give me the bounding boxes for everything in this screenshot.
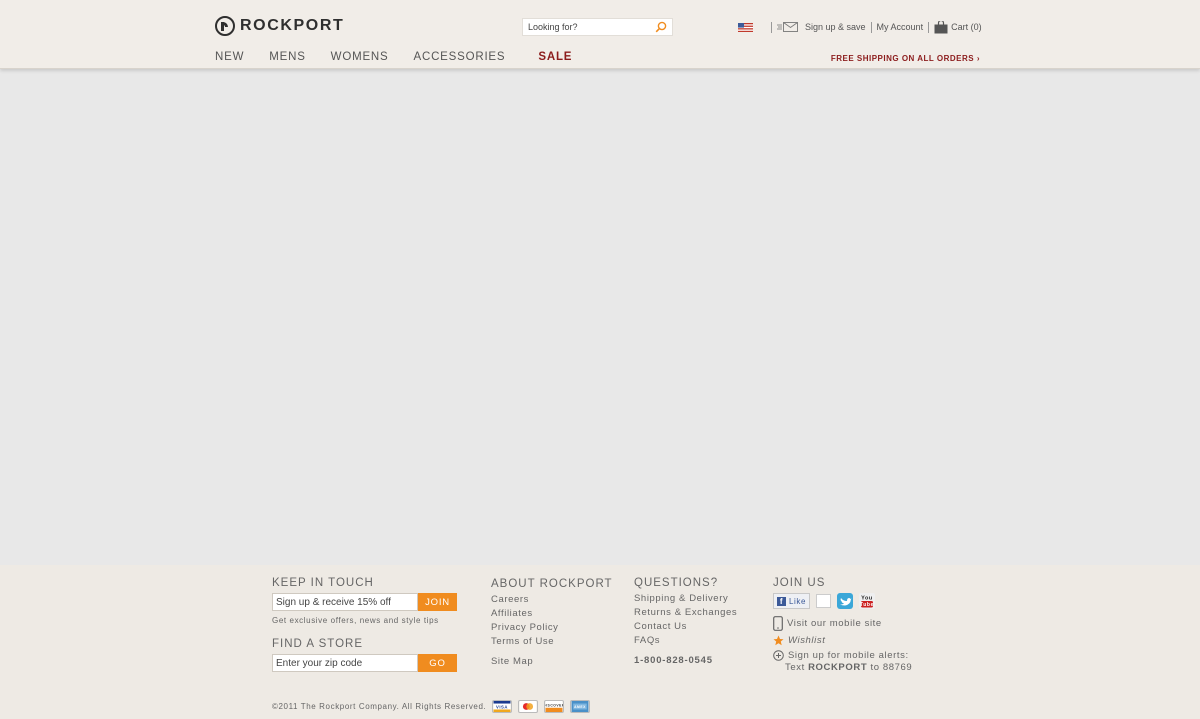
svg-text:DISCOVER: DISCOVER	[544, 704, 564, 708]
like-label: Like	[789, 596, 807, 606]
text-prefix: Text	[785, 662, 809, 673]
svg-text:Tube: Tube	[860, 602, 874, 608]
questions-section: QUESTIONS? Shipping & Delivery Returns &…	[634, 577, 737, 669]
mobile-site-label: Visit our mobile site	[787, 618, 882, 629]
text-to-join: Text ROCKPORT to 88769	[785, 662, 912, 673]
logo-icon	[215, 16, 235, 36]
find-store-heading: FIND A STORE	[272, 638, 364, 650]
svg-text:AMEX: AMEX	[574, 705, 586, 709]
twitter-icon[interactable]	[837, 593, 854, 609]
affiliates-link[interactable]: Affiliates	[491, 608, 613, 619]
join-us-section: JOIN US f Like You Tube Visit our mobile…	[773, 577, 912, 673]
brand-name: ROCKPORT	[240, 17, 345, 34]
divider	[870, 21, 872, 33]
main-nav: NEW MENS WOMENS ACCESSORIES SALE	[215, 51, 597, 63]
text-keyword: ROCKPORT	[808, 662, 868, 673]
visa-card-icon: VISA	[492, 700, 513, 713]
shopping-bag-icon[interactable]	[934, 20, 948, 34]
about-heading: ABOUT ROCKPORT	[491, 578, 613, 590]
site-header: ROCKPORT Sign up & save My Account	[0, 0, 1200, 69]
divider	[771, 21, 772, 33]
us-flag-icon[interactable]	[738, 22, 753, 32]
search-box	[522, 18, 673, 36]
go-button[interactable]: GO	[418, 654, 457, 672]
zip-code-input[interactable]	[272, 654, 418, 672]
like-count-box	[816, 594, 832, 608]
site-map-link[interactable]: Site Map	[491, 656, 613, 667]
terms-of-use-link[interactable]: Terms of Use	[491, 636, 613, 647]
questions-links: Shipping & Delivery Returns & Exchanges …	[634, 593, 737, 666]
shipping-delivery-link[interactable]: Shipping & Delivery	[634, 593, 737, 604]
nav-sale[interactable]: SALE	[538, 51, 572, 63]
newsletter-form: JOIN	[272, 593, 457, 611]
svg-text:You: You	[861, 596, 873, 602]
join-us-heading: JOIN US	[773, 577, 826, 589]
nav-new[interactable]: NEW	[215, 51, 244, 63]
mobile-alerts: Sign up for mobile alerts:	[773, 650, 912, 661]
store-locator-form: GO	[272, 654, 457, 672]
keep-in-touch-section: KEEP IN TOUCH JOIN Get exclusive offers,…	[272, 577, 457, 677]
svg-text:VISA: VISA	[496, 704, 508, 709]
free-shipping-link[interactable]: FREE SHIPPING ON ALL ORDERS ›	[831, 54, 980, 63]
faqs-link[interactable]: FAQs	[634, 635, 737, 646]
newsletter-note: Get exclusive offers, news and style tip…	[272, 616, 439, 625]
discover-card-icon: DISCOVER	[544, 700, 565, 713]
star-icon	[773, 635, 784, 646]
nav-womens[interactable]: WOMENS	[331, 51, 389, 63]
rockport-logo[interactable]: ROCKPORT	[215, 14, 344, 38]
privacy-policy-link[interactable]: Privacy Policy	[491, 622, 613, 633]
signup-link[interactable]: Sign up & save	[805, 22, 866, 32]
text-shortcode: to 88769	[867, 662, 913, 673]
nav-mens[interactable]: MENS	[269, 51, 305, 63]
about-links: Careers Affiliates Privacy Policy Terms …	[491, 594, 613, 667]
join-button[interactable]: JOIN	[418, 593, 457, 611]
plus-circle-icon[interactable]	[773, 650, 784, 661]
mobile-alerts-label: Sign up for mobile alerts:	[788, 650, 909, 661]
nav-accessories[interactable]: ACCESSORIES	[414, 51, 506, 63]
about-section: ABOUT ROCKPORT Careers Affiliates Privac…	[491, 578, 613, 670]
search-icon[interactable]	[655, 21, 667, 33]
my-account-link[interactable]: My Account	[877, 22, 924, 32]
divider	[928, 21, 930, 33]
questions-heading: QUESTIONS?	[634, 577, 719, 589]
mail-icon	[777, 22, 798, 32]
contact-us-link[interactable]: Contact Us	[634, 621, 737, 632]
facebook-icon: f	[777, 596, 786, 606]
mobile-phone-icon	[773, 616, 783, 631]
mastercard-icon	[518, 700, 539, 713]
keep-in-touch-heading: KEEP IN TOUCH	[272, 577, 374, 589]
newsletter-email-input[interactable]	[272, 593, 418, 611]
mobile-site-link[interactable]: Visit our mobile site	[773, 616, 912, 631]
cart-link[interactable]: Cart (0)	[951, 22, 982, 32]
main-content-area	[0, 69, 1200, 565]
copyright-text: ©2011 The Rockport Company. All Rights R…	[272, 702, 487, 711]
phone-number: 1-800-828-0545	[634, 655, 713, 666]
returns-exchanges-link[interactable]: Returns & Exchanges	[634, 607, 737, 618]
youtube-icon[interactable]: You Tube	[859, 593, 876, 609]
social-links: f Like You Tube	[773, 593, 912, 609]
wishlist-label: Wishlist	[788, 635, 826, 646]
amex-card-icon: AMEX	[570, 700, 591, 713]
search-input[interactable]	[523, 22, 653, 32]
careers-link[interactable]: Careers	[491, 594, 613, 605]
facebook-like-button[interactable]: f Like	[773, 593, 811, 609]
utility-links: Sign up & save My Account Cart (0)	[738, 20, 982, 34]
copyright-bar: ©2011 The Rockport Company. All Rights R…	[272, 700, 591, 713]
wishlist-link[interactable]: Wishlist	[773, 635, 912, 646]
